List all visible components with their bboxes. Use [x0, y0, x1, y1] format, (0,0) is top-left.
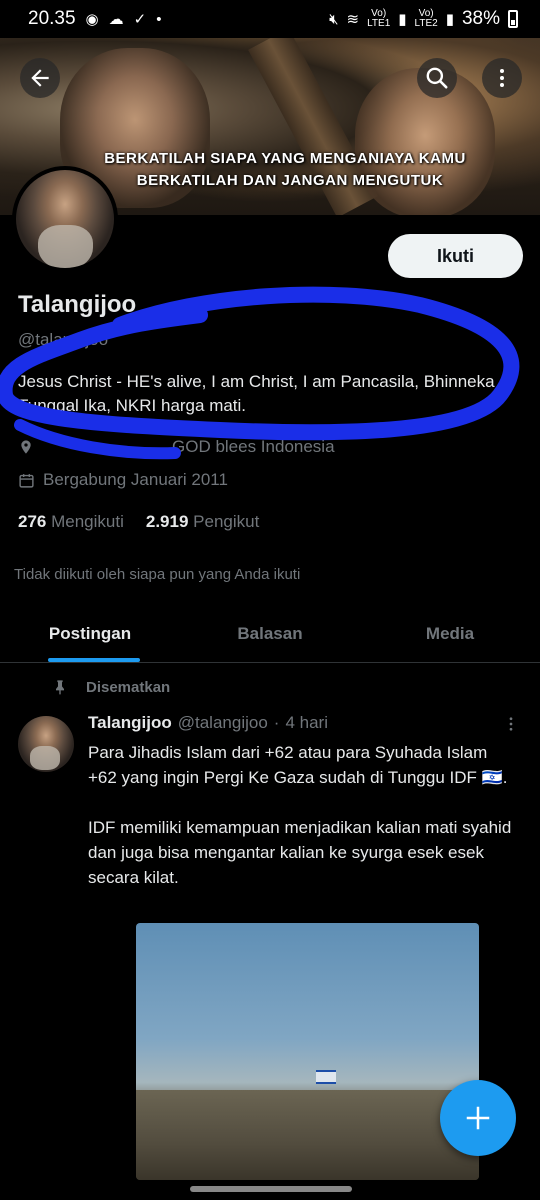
- signal-icon: ▮: [398, 10, 407, 28]
- following-link[interactable]: 276 Mengikuti: [18, 512, 124, 532]
- tab-posts[interactable]: Postingan: [0, 605, 180, 662]
- cloud-icon: ☁: [108, 10, 124, 28]
- profile-location: GOD blees Indonesia: [18, 437, 335, 457]
- banner-caption-line1: BERKATILAH SIAPA YANG MENGANIAYA KAMU: [104, 150, 466, 167]
- home-indicator[interactable]: [190, 1186, 352, 1192]
- lte2-label: Vo) LTE2: [414, 8, 438, 29]
- status-time: 20.35: [28, 8, 76, 29]
- status-bar: 20.35 ◉ ☁ ✓ • 🔇︎ ≋ Vo) LTE1 ▮ Vo) LTE2 ▮…: [0, 0, 540, 38]
- lte1-label: Vo) LTE1: [367, 8, 391, 29]
- location-pin-icon: [21, 440, 31, 454]
- profile-tabs: Postingan Balasan Media: [0, 605, 540, 663]
- followers-count: 2.919: [145, 512, 189, 531]
- tab-replies[interactable]: Balasan: [180, 605, 360, 662]
- profile-bio: Jesus Christ - HE's alive, I am Christ, …: [18, 372, 495, 415]
- profile-handle: @talangijoo: [18, 330, 109, 349]
- location-text: GOD blees Indonesia: [172, 437, 335, 456]
- media-ground: [136, 1090, 479, 1180]
- check-download-icon: ✓: [133, 10, 147, 28]
- joined-text: Bergabung Januari 2011: [43, 470, 228, 489]
- media-flag: [316, 1070, 336, 1084]
- pinned-label: Disematkan: [86, 678, 171, 696]
- post-author-name[interactable]: Talangijoo: [88, 713, 172, 733]
- post-author-avatar[interactable]: [18, 716, 74, 772]
- following-count: 276: [18, 512, 47, 531]
- search-icon: [426, 67, 448, 89]
- more-vertical-icon: [500, 69, 504, 87]
- display-name: Talangijoo: [18, 291, 137, 318]
- followers-label: Pengikut: [193, 512, 260, 531]
- back-button[interactable]: [20, 58, 60, 98]
- post-separator: ·: [273, 713, 280, 732]
- signal-icon: ▮: [445, 10, 454, 28]
- dot-icon: •: [156, 10, 162, 28]
- post-text: Para Jihadis Islam dari +62 atau para Sy…: [88, 743, 512, 887]
- more-options-button[interactable]: [482, 58, 522, 98]
- post-author-handle: @talangijoo: [177, 713, 268, 732]
- battery-icon: [508, 10, 518, 28]
- calendar-icon: [19, 473, 34, 488]
- not-followed-note: Tidak diikuti oleh siapa pun yang Anda i…: [14, 566, 301, 583]
- profile-joined: Bergabung Januari 2011: [18, 470, 228, 490]
- following-label: Mengikuti: [51, 512, 124, 531]
- post-time: 4 hari: [285, 713, 328, 732]
- plus-icon: [466, 1106, 490, 1130]
- battery-percent: 38%: [461, 8, 500, 29]
- tab-media[interactable]: Media: [360, 605, 540, 662]
- mute-icon: 🔇︎: [329, 10, 339, 28]
- post-header: Talangijoo @talangijoo · 4 hari: [88, 713, 328, 733]
- post-more-button[interactable]: [502, 714, 520, 740]
- chrome-icon: ◉: [85, 10, 99, 28]
- follow-stats: 276 Mengikuti 2.919 Pengikut: [18, 512, 259, 532]
- more-vertical-icon: [509, 717, 513, 731]
- compose-button[interactable]: [440, 1080, 516, 1156]
- post-media-video[interactable]: [136, 923, 479, 1180]
- followers-link[interactable]: 2.919 Pengikut: [146, 512, 259, 532]
- wifi-icon: ≋: [346, 10, 360, 28]
- arrow-left-icon: [31, 69, 49, 87]
- follow-button[interactable]: Ikuti: [388, 234, 523, 278]
- pin-icon: [56, 680, 64, 695]
- profile-avatar[interactable]: [12, 166, 118, 272]
- search-button[interactable]: [417, 58, 457, 98]
- pinned-indicator: Disematkan: [52, 678, 170, 696]
